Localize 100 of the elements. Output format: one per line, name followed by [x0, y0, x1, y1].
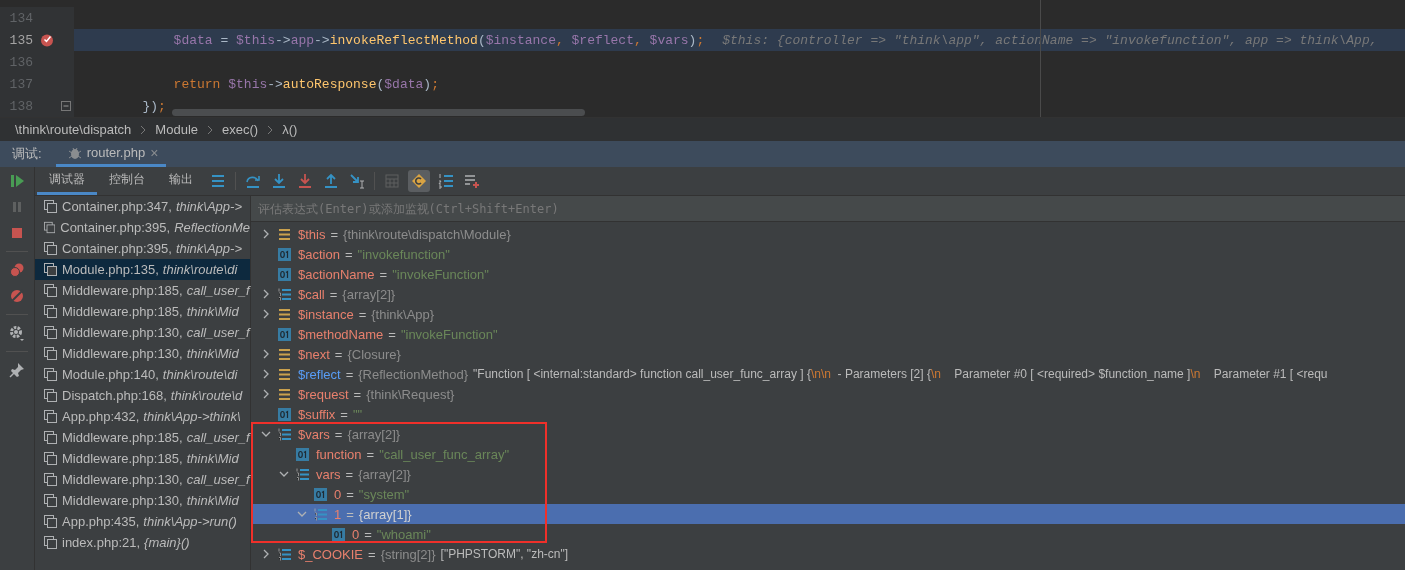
stack-frame[interactable]: Middleware.php:185, think\Mid	[35, 301, 250, 322]
stack-frame[interactable]: Middleware.php:185, think\Mid	[35, 448, 250, 469]
session-tab[interactable]: router.php ×	[55, 141, 167, 167]
equals-sign: =	[334, 426, 343, 442]
primitive-icon	[278, 247, 291, 261]
frame-location: index.php:21,	[62, 535, 141, 550]
run-to-cursor-icon[interactable]	[349, 173, 365, 189]
selected-row-highlight[interactable]: 1 = {array[1]}	[251, 504, 1405, 524]
frame-icon	[44, 263, 57, 276]
stack-frame[interactable]: Module.php:140, think\route\di	[35, 364, 250, 385]
primitive-icon	[332, 527, 345, 541]
variable-value: "Function [ <internal:standard> function call_user_func_array ] {\n\n - Parameters [2] {\n Parameter #0 [ <required> $function_name ]\n Parameter #1 [ <requ	[473, 367, 1328, 381]
stack-frame[interactable]: App.php:435, think\App->run()	[35, 511, 250, 532]
variable-type: {think\App}	[371, 306, 435, 322]
frame-method: call_user_f	[186, 283, 250, 298]
chevron-icon	[267, 124, 274, 135]
variable-type: {ReflectionMethod}	[358, 366, 469, 382]
chevron-icon[interactable]	[261, 369, 271, 379]
equals-sign: =	[344, 246, 353, 262]
variable-name: $_COOKIE	[298, 546, 364, 562]
resume-icon[interactable]	[9, 173, 25, 189]
fold-icon[interactable]	[61, 101, 71, 111]
frame-method: think\route\d	[170, 388, 243, 403]
numbered-list-icon[interactable]	[438, 173, 454, 189]
variable-type: {array[2]}	[358, 466, 411, 482]
chevron-icon[interactable]	[297, 509, 307, 519]
equals-sign: =	[368, 546, 376, 562]
equals-sign: =	[364, 526, 372, 542]
step-into-icon[interactable]	[271, 173, 287, 189]
chevron-icon[interactable]	[261, 349, 271, 359]
code-text: return $this->autoResponse($data);	[172, 76, 439, 92]
stack-frame[interactable]: Dispatch.php:168, think\route\d	[35, 385, 250, 406]
stop-icon[interactable]	[9, 225, 25, 241]
frame-icon	[44, 305, 57, 318]
variable-name: $action	[298, 246, 340, 262]
variable-type: {array[1]}	[358, 506, 412, 522]
object-icon	[278, 387, 291, 401]
breadcrumb-item[interactable]: \think\route\dispatch	[15, 122, 132, 137]
stack-frame[interactable]: Container.php:395, think\App->	[35, 238, 250, 259]
chevron-icon[interactable]	[279, 469, 289, 479]
tool-tab[interactable]: 调试器	[37, 167, 97, 195]
stack-frame[interactable]: Middleware.php:130, think\Mid	[35, 490, 250, 511]
menu-icon[interactable]	[210, 173, 226, 189]
breadcrumb-item[interactable]: λ()	[282, 122, 298, 137]
tool-tab[interactable]: 输出	[157, 167, 205, 195]
frame-icon	[44, 515, 57, 528]
frame-method: think\Mid	[186, 493, 239, 508]
bug-icon	[67, 145, 82, 160]
step-over-icon[interactable]	[245, 173, 261, 189]
variable-value: "invokeFunction"	[400, 326, 498, 342]
settings-icon[interactable]	[9, 325, 25, 341]
stack-frame[interactable]: Module.php:135, think\route\di	[35, 259, 250, 280]
chevron-icon[interactable]	[261, 389, 271, 399]
stack-frame[interactable]: Middleware.php:130, think\Mid	[35, 343, 250, 364]
scrollbar[interactable]	[172, 109, 585, 116]
stack-frame[interactable]: Container.php:347, think\App->	[35, 196, 250, 217]
stack-frame[interactable]: Container.php:395, ReflectionMe	[35, 217, 250, 238]
stack-frame[interactable]: App.php:432, think\App->think\	[35, 406, 250, 427]
primitive-icon	[314, 487, 327, 501]
mute-breakpoints-icon[interactable]	[9, 288, 25, 304]
stack-frame[interactable]: Middleware.php:130, call_user_f	[35, 322, 250, 343]
equals-sign: =	[340, 406, 348, 422]
frame-location: Middleware.php:130,	[62, 493, 183, 508]
step-out-icon[interactable]	[323, 173, 339, 189]
pin-icon[interactable]	[9, 362, 25, 378]
tool-tab[interactable]: 控制台	[97, 167, 157, 195]
force-step-into-icon[interactable]	[297, 173, 313, 189]
frame-icon	[44, 494, 57, 507]
stack-frame[interactable]: index.php:21, {main}()	[35, 532, 250, 553]
variable-name: $this	[298, 226, 326, 242]
add-watch-icon[interactable]	[464, 173, 480, 189]
primitive-icon	[296, 447, 309, 461]
variable-type: {string[2]}	[380, 546, 436, 562]
stack-frame[interactable]: Middleware.php:185, call_user_f	[35, 427, 250, 448]
library-frames-toggle[interactable]	[408, 170, 430, 192]
breadcrumb-item[interactable]: Module	[155, 122, 198, 137]
frame-method: think\Mid	[186, 304, 239, 319]
stack-frame[interactable]: Middleware.php:130, call_user_f	[35, 469, 250, 490]
breadcrumb-item[interactable]: exec()	[222, 122, 259, 137]
chevron-icon[interactable]	[261, 289, 271, 299]
array-icon	[278, 547, 291, 561]
chevron-icon[interactable]	[261, 549, 271, 559]
breakpoints-icon[interactable]	[9, 262, 25, 278]
variable-name: vars	[316, 466, 341, 482]
chevron-icon	[140, 124, 147, 135]
variable-value: "invokeFunction"	[392, 266, 489, 282]
variable-name: 0	[352, 526, 360, 542]
frame-method: think\App->	[175, 199, 242, 214]
chevron-icon[interactable]	[261, 229, 271, 239]
stack-frame[interactable]: Middleware.php:185, call_user_f	[35, 280, 250, 301]
chevron-icon[interactable]	[261, 309, 271, 319]
frame-method: think\Mid	[186, 346, 239, 361]
primitive-icon	[278, 407, 291, 421]
variable-name: $actionName	[298, 266, 375, 282]
frame-icon	[44, 200, 57, 213]
variable-name: $methodName	[298, 326, 384, 342]
equals-sign: =	[358, 306, 367, 322]
breakpoint-icon[interactable]	[40, 33, 54, 47]
chevron-icon[interactable]	[261, 429, 271, 439]
frame-location: Container.php:347,	[62, 199, 172, 214]
